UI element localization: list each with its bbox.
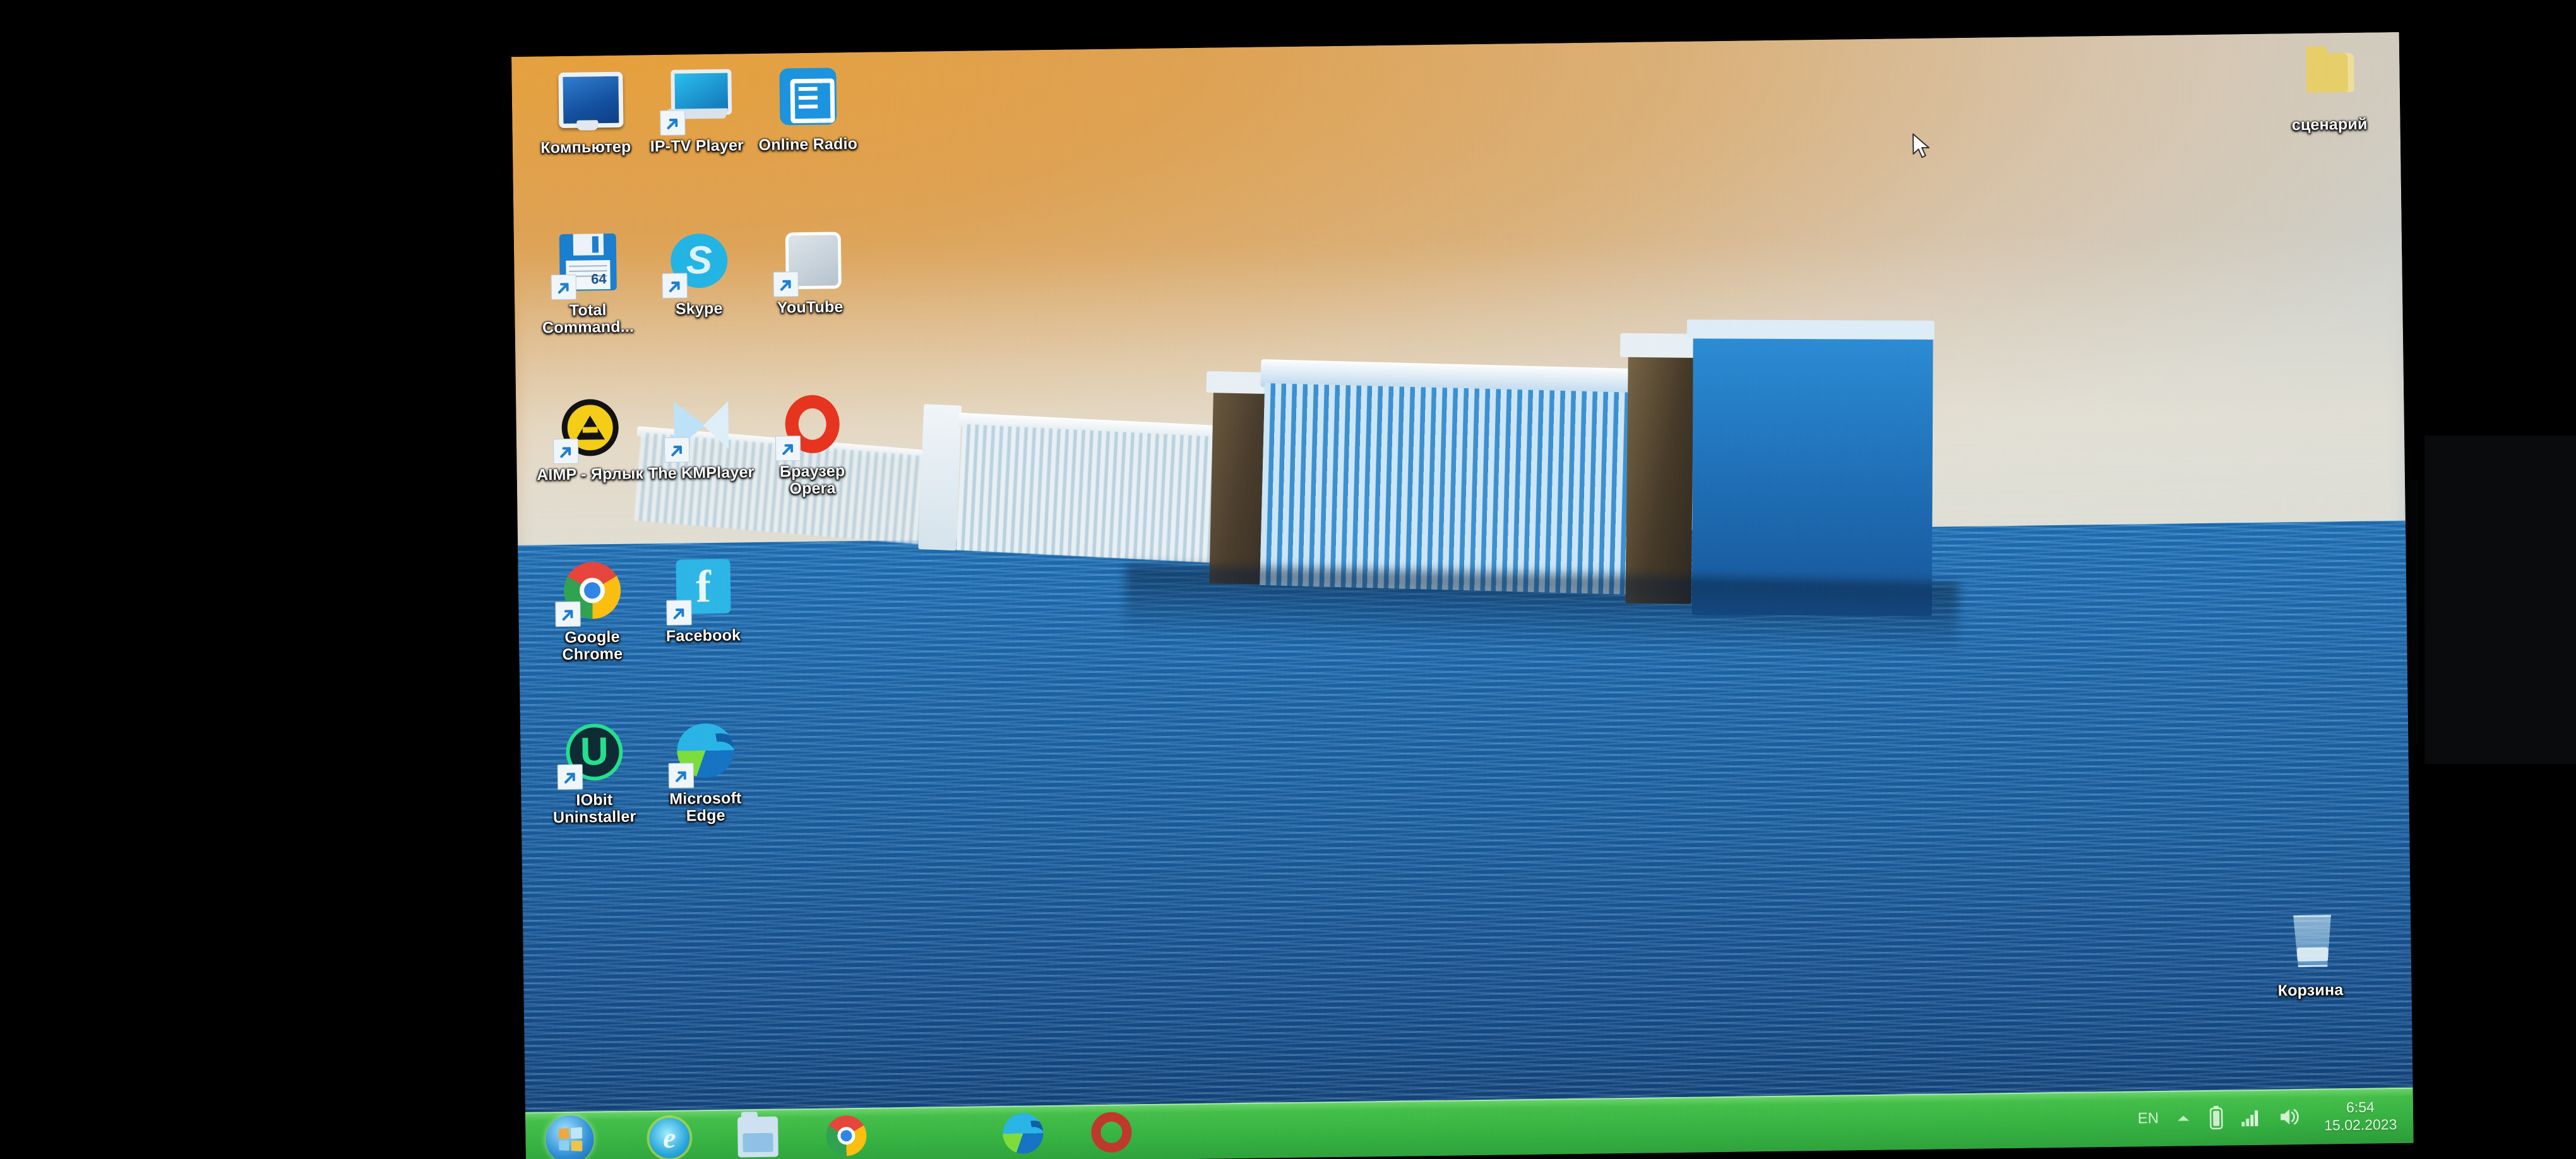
desktop-icon-label: сценарий: [2291, 115, 2368, 134]
computer-monitor-icon: [551, 67, 624, 136]
desktop[interactable]: Компьютер IP-TV Player Online Radio 64 T…: [511, 32, 2414, 1159]
desktop-icon-label: Компьютер: [540, 138, 631, 157]
desktop-icon-label: Microsoft Edge: [669, 789, 742, 825]
iobit-uninstaller-icon: U: [557, 720, 628, 790]
shortcut-arrow-icon: [660, 110, 686, 136]
ambient-reflection: [2424, 436, 2576, 764]
opera-icon: [775, 391, 846, 461]
chevron-up-icon[interactable]: [2175, 1112, 2191, 1124]
taskbar-item-file-explorer[interactable]: [737, 1116, 778, 1158]
windows-start-orb-icon: [558, 1127, 583, 1151]
total-commander-icon: 64: [551, 230, 622, 300]
desktop-icon-label: AIMP - Ярлык: [536, 465, 644, 484]
desktop-icon-youtube[interactable]: YouTube: [754, 227, 866, 317]
desktop-icon-iobit-uninstaller[interactable]: U IObit Uninstaller: [538, 719, 650, 826]
desktop-icon-computer[interactable]: Компьютер: [529, 66, 641, 157]
desktop-icon-google-chrome[interactable]: Google Chrome: [535, 556, 648, 663]
shortcut-arrow-icon: [668, 763, 695, 788]
shortcut-arrow-icon: [557, 764, 583, 790]
shortcut-arrow-icon: [664, 437, 690, 463]
system-tray[interactable]: EN 6:54 15.02.2023: [2137, 1088, 2397, 1146]
online-radio-icon: [773, 64, 842, 133]
desktop-icon-skype[interactable]: S Skype: [643, 228, 755, 318]
aimp-icon: [552, 394, 624, 465]
shortcut-arrow-icon: [666, 600, 692, 626]
floppy-badge: 64: [590, 271, 607, 287]
desktop-icon-aimp[interactable]: AIMP - Ярлык: [534, 393, 646, 484]
kmplayer-icon: [664, 392, 735, 463]
shortcut-arrow-icon: [775, 436, 801, 461]
skype-icon: S: [662, 228, 733, 299]
desktop-icon-label: Google Chrome: [562, 627, 623, 664]
start-button[interactable]: [545, 1115, 594, 1159]
microsoft-edge-icon: [668, 718, 739, 788]
clock-date: 15.02.2023: [2324, 1116, 2397, 1134]
volume-speaker-icon[interactable]: [2279, 1107, 2301, 1127]
desktop-icon-label: YouTube: [777, 298, 844, 317]
iptv-player-icon: [660, 65, 732, 136]
desktop-icon-label: IP-TV Player: [650, 136, 744, 156]
taskbar-item-kmplayer[interactable]: [915, 1155, 956, 1159]
desktop-icon-recycle-bin[interactable]: Корзина: [2254, 910, 2366, 1000]
network-signal-icon[interactable]: [2241, 1108, 2262, 1127]
taskbar-item-opera[interactable]: [1090, 1112, 1132, 1153]
desktop-icon-opera[interactable]: Браузер Opera: [756, 391, 868, 498]
clock-time: 6:54: [2346, 1098, 2375, 1116]
language-indicator[interactable]: EN: [2138, 1110, 2159, 1127]
taskbar-item-chrome[interactable]: [826, 1115, 867, 1156]
desktop-icon-label: Skype: [675, 299, 723, 318]
youtube-shortcut-icon: [773, 227, 844, 297]
chrome-icon: [555, 557, 626, 627]
desktop-icon-facebook[interactable]: f Facebook: [647, 555, 759, 645]
taskbar-item-internet-explorer[interactable]: e: [649, 1117, 690, 1159]
recycle-bin-icon: [2275, 910, 2344, 978]
monitor-screen: Компьютер IP-TV Player Online Radio 64 T…: [511, 32, 2414, 1159]
mouse-pointer-icon: [1912, 133, 1930, 158]
desktop-icon-label: Корзина: [2277, 981, 2344, 1000]
shortcut-arrow-icon: [552, 438, 579, 465]
desktop-icon-iptv-player[interactable]: IP-TV Player: [640, 65, 753, 155]
shortcut-arrow-icon: [555, 601, 581, 627]
shortcut-arrow-icon: [551, 274, 577, 300]
desktop-icon-online-radio[interactable]: Online Radio: [751, 64, 864, 154]
desktop-icon-kmplayer[interactable]: The KMPlayer: [645, 392, 757, 482]
desktop-icon-label: Online Radio: [758, 134, 858, 154]
taskbar-item-microsoft-edge[interactable]: [1002, 1113, 1044, 1154]
desktop-icon-label: Facebook: [665, 626, 741, 645]
desktop-icon-label: Браузер Opera: [779, 462, 845, 498]
desktop-icon-microsoft-edge[interactable]: Microsoft Edge: [649, 718, 761, 825]
shortcut-arrow-icon: [773, 271, 799, 297]
desktop-icon-label: The KMPlayer: [648, 463, 754, 483]
desktop-icon-label: IObit Uninstaller: [552, 791, 636, 827]
wallpaper-railing: [511, 32, 2414, 1159]
shortcut-arrow-icon: [662, 273, 688, 299]
monitor-photo: Компьютер IP-TV Player Online Radio 64 T…: [0, 0, 2576, 1159]
battery-icon[interactable]: [2208, 1105, 2225, 1131]
desktop-icon-label: Total Command...: [542, 301, 635, 337]
facebook-icon: f: [666, 555, 737, 626]
desktop-icon-total-commander[interactable]: 64 Total Command...: [532, 229, 644, 336]
desktop-icon-scenario-folder[interactable]: сценарий: [2273, 44, 2385, 134]
taskbar-clock[interactable]: 6:54 15.02.2023: [2324, 1098, 2397, 1134]
wallpaper: [511, 32, 2414, 1159]
folder-icon: [2294, 44, 2363, 113]
